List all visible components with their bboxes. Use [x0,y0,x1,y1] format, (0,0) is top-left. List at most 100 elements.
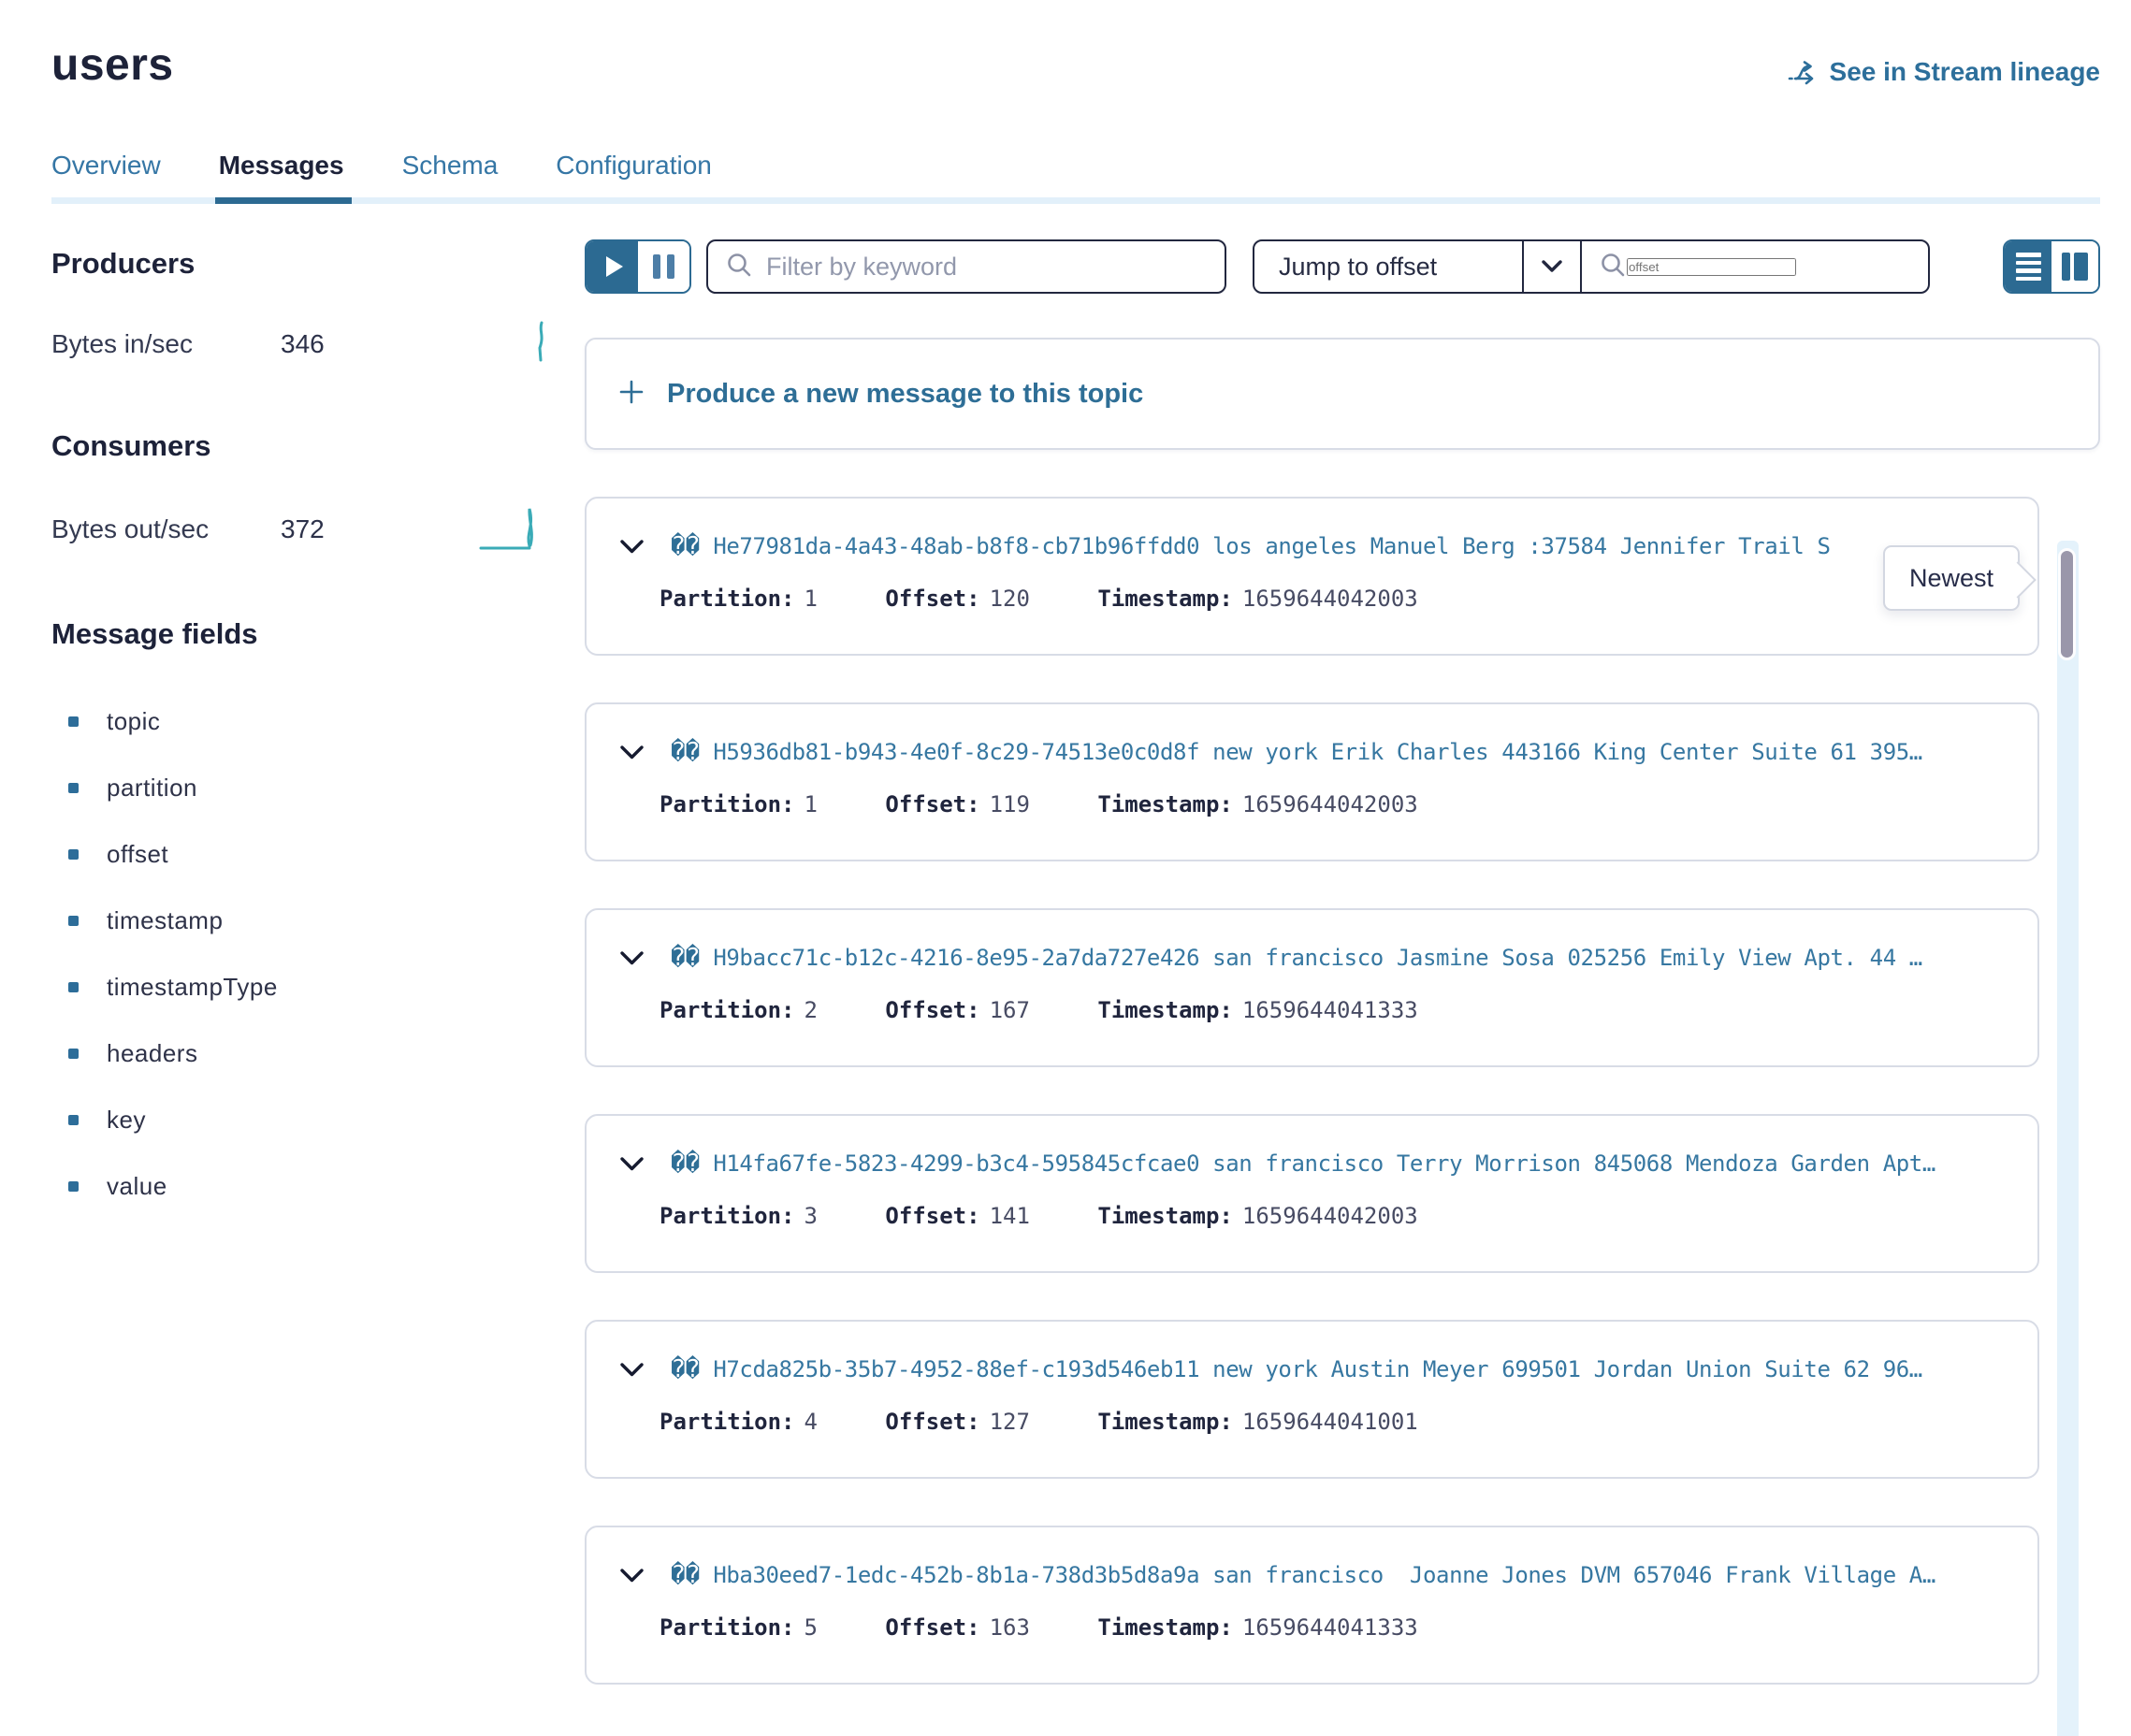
tab-configuration[interactable]: Configuration [556,151,712,181]
message-row[interactable]: �� H9bacc71c-b12c-4216-8e95-2a7da727e426… [585,908,2039,1067]
play-button[interactable] [587,241,638,292]
missing-glyph-icon: �� [671,1355,700,1383]
message-scrollbar-thumb[interactable] [2058,548,2076,660]
message-row[interactable]: �� Hba30eed7-1edc-452b-8b1a-738d3b5d8a9a… [585,1526,2039,1685]
search-icon [1599,251,1627,283]
pause-icon [653,254,674,279]
offset-label: Offset: [885,1203,979,1229]
column-view-icon [2062,253,2088,281]
timestamp-label: Timestamp: [1097,1614,1233,1641]
produce-message-button[interactable]: Produce a new message to this topic [585,338,2100,450]
keyword-filter-input[interactable] [766,253,1225,282]
list-view-button[interactable] [2005,241,2051,292]
search-icon [725,251,753,283]
topic-page: users See in Stream lineage Overview Mes… [0,0,2131,1736]
bytes-out-value: 372 [281,514,325,544]
bytes-in-metric: Bytes in/sec 346 [51,320,557,368]
stream-control-group [585,239,691,294]
offset-value: 119 [990,791,1030,817]
plus-icon [616,377,646,412]
bytes-out-metric: Bytes out/sec 372 [51,502,557,556]
timestamp-label: Timestamp: [1097,586,1233,612]
expand-chevron-icon[interactable] [619,1567,645,1584]
play-icon [606,256,623,277]
field-item-partition[interactable]: partition [51,755,557,821]
field-item-value[interactable]: value [51,1153,557,1220]
tab-schema[interactable]: Schema [402,151,499,181]
message-row[interactable]: �� He77981da-4a43-48ab-b8f8-cb71b96ffdd0… [585,497,2039,656]
partition-label: Partition: [660,1203,795,1229]
chevron-down-icon[interactable] [1522,241,1580,292]
offset-label: Offset: [885,1614,979,1641]
offset-value: 127 [990,1409,1030,1435]
offset-label: Offset: [885,791,979,817]
missing-glyph-icon: �� [671,738,700,766]
field-item-offset[interactable]: offset [51,821,557,888]
field-bullet-icon [68,716,79,727]
bytes-in-label: Bytes in/sec [51,329,281,359]
topic-tabs: Overview Messages Schema Configuration [51,151,2100,204]
offset-value: 163 [990,1614,1030,1641]
field-item-headers[interactable]: headers [51,1020,557,1087]
producers-heading: Producers [51,247,557,281]
message-row[interactable]: �� H14fa67fe-5823-4299-b3c4-595845cfcae0… [585,1114,2039,1273]
timestamp-value: 1659644042003 [1242,791,1418,817]
keyword-filter-field [706,239,1226,294]
offset-search-input[interactable] [1627,258,1796,276]
message-key-value: H5936db81-b943-4e0f-8c29-74513e0c0d8f ne… [713,739,1922,765]
jump-to-offset-select[interactable]: Jump to offset [1254,241,1522,292]
partition-label: Partition: [660,1409,795,1435]
message-fields-heading: Message fields [51,617,557,651]
field-bullet-icon [68,982,79,992]
message-list: �� He77981da-4a43-48ab-b8f8-cb71b96ffdd0… [585,497,2100,1685]
message-row[interactable]: �� H5936db81-b943-4e0f-8c29-74513e0c0d8f… [585,702,2039,861]
field-item-key[interactable]: key [51,1087,557,1153]
offset-search-field [1580,241,1928,292]
field-item-topic[interactable]: topic [51,688,557,755]
field-bullet-icon [68,916,79,926]
message-row[interactable]: �� H7cda825b-35b7-4952-88ef-c193d546eb11… [585,1320,2039,1479]
expand-chevron-icon[interactable] [619,1155,645,1173]
message-fields-list: topic partition offset timestamp timesta… [51,688,557,1220]
missing-glyph-icon: �� [671,1561,700,1589]
timestamp-value: 1659644042003 [1242,1203,1418,1229]
list-view-icon [2016,253,2041,281]
partition-value: 2 [805,997,818,1023]
expand-chevron-icon[interactable] [619,538,645,556]
timestamp-label: Timestamp: [1097,997,1233,1023]
expand-chevron-icon[interactable] [619,744,645,761]
expand-chevron-icon[interactable] [619,1361,645,1379]
partition-value: 3 [805,1203,818,1229]
bytes-out-label: Bytes out/sec [51,514,281,544]
tab-overview[interactable]: Overview [51,151,161,181]
field-item-timestamp[interactable]: timestamp [51,888,557,954]
field-bullet-icon [68,849,79,860]
timestamp-label: Timestamp: [1097,1409,1233,1435]
tab-messages[interactable]: Messages [219,151,344,181]
offset-value: 167 [990,997,1030,1023]
message-key-value: H9bacc71c-b12c-4216-8e95-2a7da727e426 sa… [713,945,1922,971]
column-view-button[interactable] [2051,241,2098,292]
missing-glyph-icon: �� [671,1150,700,1178]
message-key-value: Hba30eed7-1edc-452b-8b1a-738d3b5d8a9a sa… [713,1562,1935,1588]
expand-chevron-icon[interactable] [619,949,645,967]
partition-value: 1 [805,791,818,817]
timestamp-label: Timestamp: [1097,1203,1233,1229]
field-bullet-icon [68,1049,79,1059]
field-bullet-icon [68,1115,79,1125]
pause-button[interactable] [638,241,689,292]
message-scrollbar-track[interactable] [2057,541,2079,1736]
offset-label: Offset: [885,586,979,612]
newest-label: Newest [1909,564,1993,593]
partition-label: Partition: [660,791,795,817]
view-toggle-group [2003,239,2100,294]
field-item-timestampType[interactable]: timestampType [51,954,557,1020]
field-bullet-icon [68,1181,79,1192]
bytes-in-sparkline [530,320,551,368]
offset-value: 141 [990,1203,1030,1229]
stream-lineage-link[interactable]: See in Stream lineage [1787,56,2100,88]
timestamp-label: Timestamp: [1097,791,1233,817]
partition-value: 4 [805,1409,818,1435]
consumers-heading: Consumers [51,429,557,463]
offset-label: Offset: [885,1409,979,1435]
